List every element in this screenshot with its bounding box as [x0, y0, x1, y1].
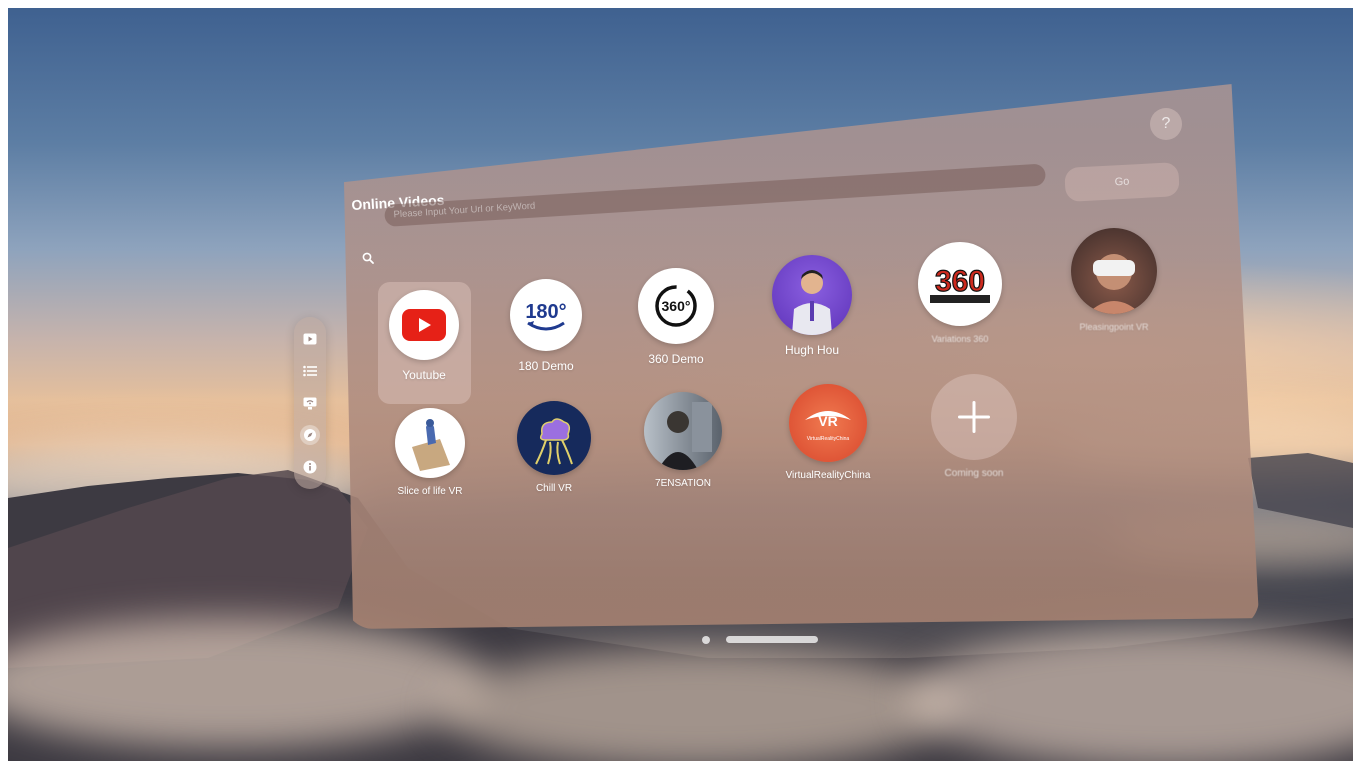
info-icon — [303, 460, 317, 474]
tile-youtube[interactable]: Youtube — [380, 290, 468, 382]
180-icon: 180° — [510, 279, 582, 351]
tile-pleasingpoint-vr[interactable]: Pleasingpoint VR — [1064, 228, 1164, 332]
tile-label: Variations 360 — [931, 334, 989, 344]
window-move-handle[interactable] — [726, 636, 818, 643]
compass-icon — [304, 429, 316, 441]
screen-wifi-icon — [303, 397, 317, 409]
tile-variations-360[interactable]: 360 Variations 360 — [910, 242, 1010, 344]
tile-slice-of-life-vr[interactable]: Slice of life VR — [388, 408, 472, 497]
tile-hugh-hou[interactable]: Hugh Hou — [770, 255, 854, 357]
avatar-icon — [395, 408, 465, 478]
svg-text:VR: VR — [818, 413, 837, 429]
svg-text:360°: 360° — [662, 298, 691, 314]
vr-logo-icon: VR VirtualRealityChina — [789, 384, 867, 462]
avatar-icon — [644, 392, 722, 470]
brain-icon — [517, 401, 591, 475]
tile-label: 180 Demo — [518, 359, 574, 373]
youtube-icon — [389, 290, 459, 360]
tile-chill-vr[interactable]: Chill VR — [512, 401, 596, 494]
side-toolbar — [294, 317, 326, 489]
tile-7ensation[interactable]: 7ENSATION — [640, 392, 726, 489]
avatar-icon — [772, 255, 852, 335]
info-tab-button[interactable] — [300, 457, 320, 477]
tile-label: 360 Demo — [648, 352, 704, 366]
avatar-icon — [1071, 228, 1157, 314]
svg-text:180°: 180° — [525, 301, 566, 323]
play-icon — [303, 333, 317, 345]
tile-coming-soon[interactable]: Coming soon — [924, 374, 1024, 479]
explore-tab-button[interactable] — [300, 425, 320, 445]
svg-text:VirtualRealityChina: VirtualRealityChina — [807, 436, 850, 442]
360-logo-icon: 360 — [918, 242, 1002, 326]
tile-label: Youtube — [402, 368, 446, 382]
svg-text:360: 360 — [935, 265, 985, 298]
plus-icon — [931, 374, 1017, 460]
tile-virtualrealitychina[interactable]: VR VirtualRealityChina VirtualRealityChi… — [776, 384, 880, 481]
tile-label: Pleasingpoint VR — [1079, 322, 1149, 332]
tile-label: VirtualRealityChina — [785, 470, 871, 481]
search-icon — [362, 252, 374, 264]
list-icon — [303, 365, 317, 377]
tile-360-demo[interactable]: 360° 360 Demo — [634, 268, 718, 366]
tile-label: 7ENSATION — [655, 478, 711, 489]
help-button[interactable]: ? — [1150, 108, 1182, 140]
list-tab-button[interactable] — [300, 361, 320, 381]
videos-tab-button[interactable] — [300, 329, 320, 349]
cast-tab-button[interactable] — [300, 393, 320, 413]
tile-180-demo[interactable]: 180° 180 Demo — [504, 279, 588, 373]
go-button[interactable]: Go — [1064, 162, 1180, 202]
tile-label: Hugh Hou — [784, 343, 840, 357]
360-icon: 360° — [638, 268, 714, 344]
tile-label: Coming soon — [944, 468, 1004, 479]
tile-label: Slice of life VR — [397, 486, 463, 497]
tile-label: Chill VR — [535, 483, 573, 494]
window-close-dot[interactable] — [702, 636, 710, 644]
